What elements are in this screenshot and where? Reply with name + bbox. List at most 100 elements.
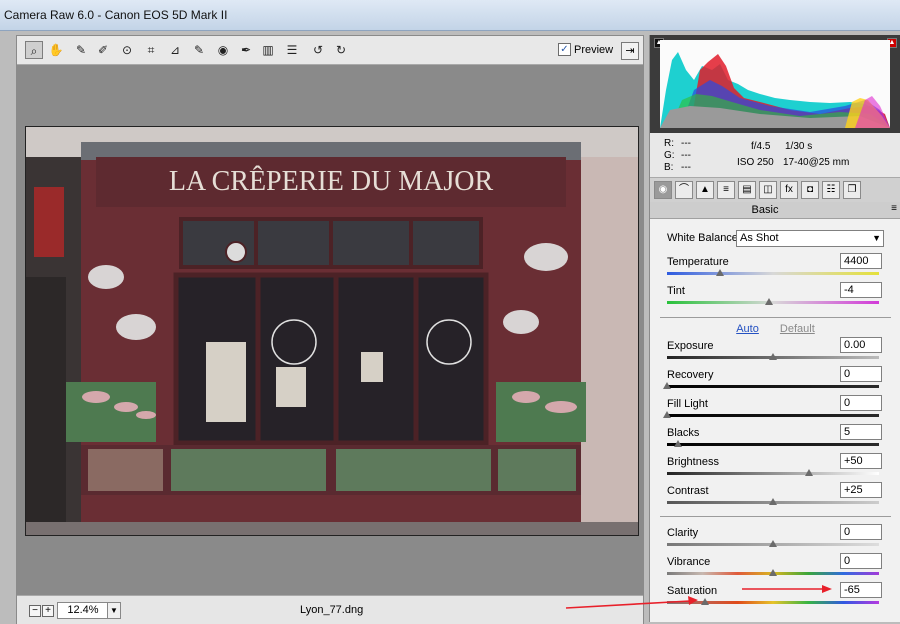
slider-thumb[interactable] [805, 469, 814, 476]
slider-saturation[interactable]: Saturation -65 [650, 582, 900, 613]
white-balance-select[interactable]: As Shot ▼ [736, 230, 884, 247]
hand-tool-icon[interactable]: ✋ [47, 41, 65, 59]
slider-thumb[interactable] [769, 540, 777, 547]
slider-fill-light[interactable]: Fill Light 0 [650, 395, 900, 426]
adjustment-brush-tool-icon[interactable]: ✒ [237, 41, 255, 59]
storefront-photo: LA CRÊPERIE DU MAJOR [26, 127, 638, 535]
red-eye-tool-icon[interactable]: ◉ [214, 41, 232, 59]
slider-value[interactable]: 0 [840, 524, 882, 540]
camera-calibration-tab-icon[interactable]: ◘ [801, 181, 819, 199]
slider-value[interactable]: +50 [840, 453, 882, 469]
white-balance-tool-icon[interactable]: ✎ [72, 41, 90, 59]
lens-value: 17-40@25 mm [783, 157, 850, 168]
detail-tab-icon[interactable]: ▲ [696, 181, 714, 199]
slider-value[interactable]: +25 [840, 482, 882, 498]
graduated-filter-tool-icon[interactable]: ▥ [259, 41, 277, 59]
slider-thumb[interactable] [716, 269, 724, 276]
slider-thumb[interactable] [701, 598, 710, 605]
color-sampler-tool-icon[interactable]: ✐ [94, 41, 112, 59]
slider-vibrance[interactable]: Vibrance 0 [650, 553, 900, 584]
hsl-tab-icon[interactable]: ≡ [717, 181, 735, 199]
slider-brightness[interactable]: Brightness +50 [650, 453, 900, 484]
zoom-dropdown-icon[interactable]: ▼ [107, 602, 121, 619]
panel-tabs: ◉ ⌒ ▲ ≡ ▤ ◫ fx ◘ ☷ ❐ [650, 178, 900, 203]
adjustment-panel: ▲ ▲ R: --- G: --- B: --- f/4.5 1/30 s IS… [649, 35, 900, 622]
rotate-right-icon[interactable]: ↻ [332, 41, 350, 59]
presets-tab-icon[interactable]: ☷ [822, 181, 840, 199]
zoom-level-field[interactable]: 12.4% [57, 602, 109, 619]
g-label: G: [664, 150, 675, 161]
slider-thumb[interactable] [673, 440, 682, 447]
slider-clarity[interactable]: Clarity 0 [650, 524, 900, 555]
slider-value[interactable]: 0.00 [840, 337, 882, 353]
auto-link[interactable]: Auto [736, 323, 759, 335]
slider-blacks[interactable]: Blacks 5 [650, 424, 900, 455]
zoom-out-button[interactable]: − [29, 605, 41, 617]
status-bar: − + 12.4% ▼ Lyon_77.dng [17, 595, 643, 624]
slider-label: Exposure [667, 340, 714, 352]
zoom-tool-icon[interactable]: ⌕ [25, 41, 43, 59]
auto-default-links: Auto Default [650, 323, 900, 335]
slider-thumb[interactable] [769, 498, 777, 505]
slider-track[interactable] [667, 443, 879, 446]
slider-thumb[interactable] [769, 569, 777, 576]
slider-track[interactable] [667, 472, 879, 475]
preferences-icon[interactable]: ☰ [283, 41, 301, 59]
split-toning-tab-icon[interactable]: ▤ [738, 181, 756, 199]
file-name: Lyon_77.dng [300, 604, 364, 616]
slider-track[interactable] [667, 272, 879, 275]
straighten-tool-icon[interactable]: ⊿ [166, 41, 184, 59]
slider-recovery[interactable]: Recovery 0 [650, 366, 900, 397]
zoom-in-button[interactable]: + [42, 605, 54, 617]
effects-tab-icon[interactable]: fx [780, 181, 798, 199]
slider-label: Tint [667, 285, 685, 297]
slider-thumb[interactable] [764, 298, 773, 305]
slider-thumb[interactable] [663, 411, 671, 418]
slider-label: Contrast [667, 485, 709, 497]
slider-track[interactable] [667, 601, 879, 604]
snapshots-tab-icon[interactable]: ❐ [843, 181, 861, 199]
preview-checkbox[interactable]: ✓ [558, 43, 571, 56]
slider-value[interactable]: 4400 [840, 253, 882, 269]
slider-value[interactable]: -65 [840, 582, 882, 598]
histogram: ▲ ▲ [650, 35, 900, 133]
spot-removal-tool-icon[interactable]: ✎ [190, 41, 208, 59]
default-link[interactable]: Default [780, 323, 815, 335]
slider-label: Saturation [667, 585, 718, 597]
slider-temperature[interactable]: Temperature 4400 [650, 253, 900, 284]
slider-track[interactable] [667, 414, 879, 417]
slider-value[interactable]: -4 [840, 282, 882, 298]
slider-label: Vibrance [667, 556, 711, 568]
slider-value[interactable]: 0 [840, 366, 882, 382]
r-label: R: [664, 138, 674, 149]
slider-tint[interactable]: Tint -4 [650, 282, 900, 313]
r-value: --- [681, 138, 691, 149]
divider [660, 516, 891, 517]
rotate-left-icon[interactable]: ↺ [309, 41, 327, 59]
divider [660, 317, 891, 318]
slider-contrast[interactable]: Contrast +25 [650, 482, 900, 513]
target-adjust-tool-icon[interactable]: ⊙ [118, 41, 136, 59]
histogram-plot [660, 40, 890, 128]
crop-tool-icon[interactable]: ⌗ [142, 41, 160, 59]
slider-thumb[interactable] [663, 382, 671, 389]
fullscreen-icon[interactable]: ⇥ [621, 42, 639, 60]
slider-track[interactable] [667, 301, 879, 304]
lens-tab-icon[interactable]: ◫ [759, 181, 777, 199]
tone-curve-tab-icon[interactable]: ⌒ [675, 181, 693, 199]
panel-menu-icon[interactable]: ≡ [891, 203, 897, 214]
window-title: Camera Raw 6.0 - Canon EOS 5D Mark II [4, 8, 228, 22]
title-bar: Camera Raw 6.0 - Canon EOS 5D Mark II [0, 0, 900, 31]
slider-label: Temperature [667, 256, 729, 268]
slider-track[interactable] [667, 385, 879, 388]
histogram-graph [660, 52, 890, 128]
photo-preview[interactable]: LA CRÊPERIE DU MAJOR [25, 126, 639, 536]
slider-thumb[interactable] [769, 353, 777, 360]
slider-exposure[interactable]: Exposure 0.00 [650, 337, 900, 368]
image-canvas[interactable]: LA CRÊPERIE DU MAJOR [17, 65, 643, 595]
slider-value[interactable]: 0 [840, 395, 882, 411]
slider-value[interactable]: 0 [840, 553, 882, 569]
slider-value[interactable]: 5 [840, 424, 882, 440]
basic-tab-icon[interactable]: ◉ [654, 181, 672, 199]
preview-toggle[interactable]: ✓ Preview [558, 43, 613, 56]
